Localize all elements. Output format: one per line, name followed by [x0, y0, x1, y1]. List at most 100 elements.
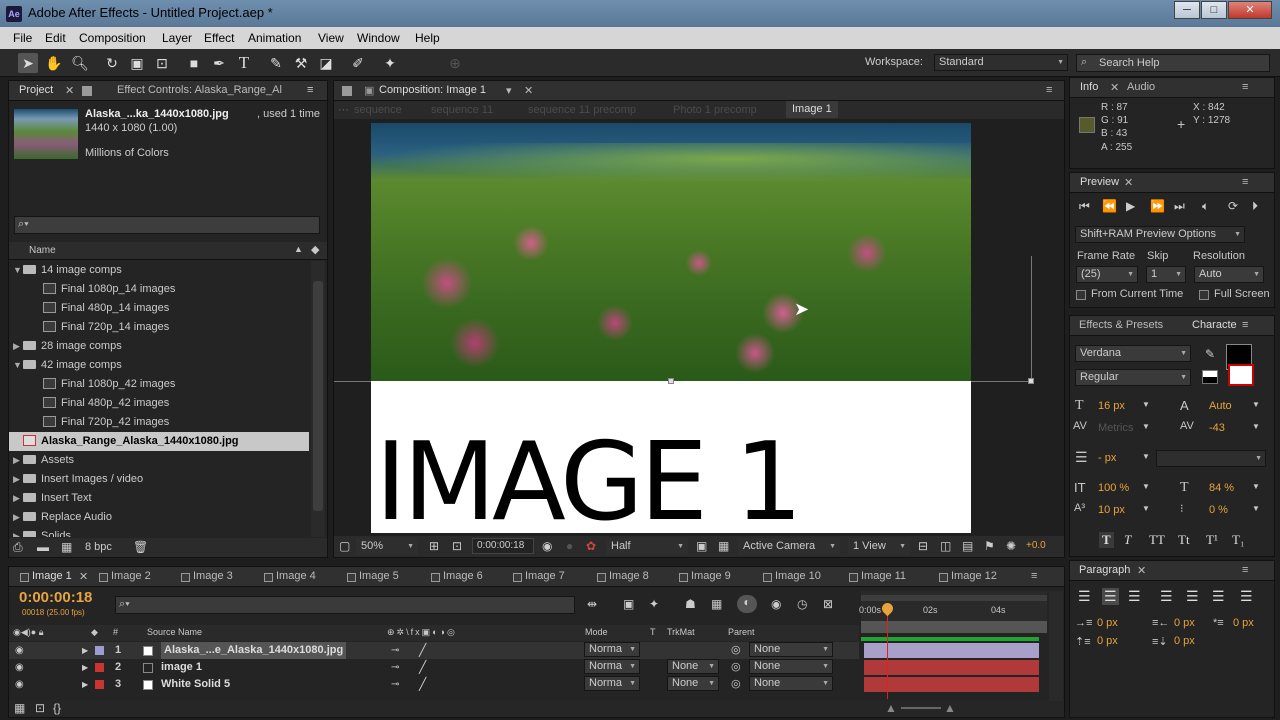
clone-stamp-tool-icon[interactable]: ⚒	[291, 53, 311, 73]
puppet-tool-icon[interactable]: ✦	[380, 53, 400, 73]
project-list-item[interactable]: ▼ 14 image comps	[9, 261, 309, 280]
font-size-dropdown-icon[interactable]: ▼	[1142, 400, 1150, 409]
project-list-item[interactable]: ▶ Insert Images / video	[9, 470, 309, 489]
track-matte-dropdown[interactable]: None	[667, 659, 719, 674]
parent-dropdown[interactable]: None	[749, 676, 833, 691]
expand-triangle-closed-icon[interactable]: ▶	[82, 642, 88, 659]
expand-triangle-closed-icon[interactable]: ▶	[13, 527, 23, 537]
project-list-item[interactable]: ▶ Solids	[9, 527, 309, 537]
kerning-dropdown-icon[interactable]: ▼	[1142, 422, 1150, 431]
horizontal-scale-dropdown-icon[interactable]: ▼	[1252, 482, 1260, 491]
tab-effect-controls[interactable]: Effect Controls: Alaska_Range_Al	[117, 84, 282, 96]
tab-paragraph[interactable]: Paragraph	[1079, 564, 1130, 576]
project-list-item[interactable]: Alaska_Range_Alaska_1440x1080.jpg	[9, 432, 309, 451]
pen-tool-icon[interactable]: ✒	[209, 53, 229, 73]
channel-icon[interactable]: ✿	[586, 539, 596, 553]
comp-timecode[interactable]: 0:00:00:18	[472, 538, 534, 554]
trash-icon[interactable]: 🗑︎	[133, 540, 148, 554]
leading-dropdown-icon[interactable]: ▼	[1252, 400, 1260, 409]
resolution-dropdown[interactable]: Half	[606, 538, 688, 555]
panel-menu-icon[interactable]: ≡	[1242, 319, 1248, 331]
zoom-out-icon[interactable]: ▲	[885, 701, 897, 715]
menu-view[interactable]: View	[318, 31, 344, 45]
label-color-icon[interactable]	[95, 663, 104, 672]
zoom-dropdown[interactable]: 50%	[356, 538, 418, 555]
tab-composition[interactable]: Composition: Image 1	[379, 84, 486, 96]
tab-audio[interactable]: Audio	[1127, 81, 1155, 93]
first-frame-icon[interactable]: ⏮	[1079, 199, 1090, 214]
panel-menu-icon[interactable]: ≡	[1242, 176, 1248, 188]
comp-canvas-image[interactable]: ➤	[371, 123, 971, 381]
timeline-tab[interactable]: Image 2	[111, 570, 151, 582]
layer-duration-bar[interactable]	[864, 643, 1039, 658]
next-frame-icon[interactable]: ⏩	[1150, 199, 1165, 213]
align-right-icon[interactable]: ☰	[1128, 588, 1141, 605]
shy-switch-icon[interactable]: ⊸	[391, 642, 399, 659]
comp-mini-flowchart-icon[interactable]: ⇹	[587, 597, 597, 611]
eye-icon[interactable]: ◉	[15, 676, 24, 693]
safe-zones-icon[interactable]: ▢	[339, 539, 350, 553]
rectangle-tool-icon[interactable]: ■	[184, 53, 204, 73]
close-icon[interactable]: ✕	[79, 570, 88, 583]
layer-name[interactable]: White Solid 5	[161, 676, 230, 693]
rotate-tool-icon[interactable]: ↻	[102, 53, 122, 73]
ram-preview-options-dropdown[interactable]: Shift+RAM Preview Options	[1075, 226, 1245, 243]
align-center-icon[interactable]: ☰	[1102, 588, 1119, 605]
previous-frame-icon[interactable]: ⏪	[1102, 199, 1117, 213]
ram-preview-icon[interactable]: ⏵	[1252, 199, 1258, 214]
minimize-button[interactable]: ─	[1174, 1, 1200, 19]
timeline-tab[interactable]: Image 6	[443, 570, 483, 582]
breadcrumb-sequence-11-precomp[interactable]: sequence 11 precomp	[528, 104, 636, 116]
timeline-icon[interactable]: ▤	[962, 539, 973, 553]
pick-whip-icon[interactable]: ◎	[731, 676, 741, 693]
timeline-tab[interactable]: Image 4	[276, 570, 316, 582]
eye-icon[interactable]: ◉	[15, 659, 24, 676]
region-icon[interactable]: ⊡	[452, 539, 462, 553]
play-icon[interactable]: ▶	[1126, 199, 1135, 213]
expand-triangle-closed-icon[interactable]: ▶	[13, 451, 23, 470]
loop-icon[interactable]: ⟳	[1228, 199, 1238, 213]
quality-switch-icon[interactable]: ╱	[419, 659, 426, 676]
project-search-input[interactable]: ⌕▾	[14, 216, 320, 234]
comp-dropdown-icon[interactable]: ▾	[506, 84, 512, 97]
pick-whip-icon[interactable]: ◎	[731, 642, 741, 659]
default-colors-icon[interactable]	[1202, 370, 1218, 384]
parent-dropdown[interactable]: None	[749, 642, 833, 657]
tsume-dropdown-icon[interactable]: ▼	[1252, 504, 1260, 513]
all-caps-icon[interactable]: TT	[1149, 532, 1165, 548]
expand-triangle-closed-icon[interactable]: ▶	[13, 337, 23, 356]
bpc-label[interactable]: 8 bpc	[85, 541, 112, 553]
quality-switch-icon[interactable]: ╱	[419, 676, 426, 693]
fit-icon[interactable]: ⊞	[429, 539, 439, 553]
menu-help[interactable]: Help	[415, 31, 440, 45]
baseline-shift-value[interactable]: 10 px	[1098, 504, 1125, 516]
close-icon[interactable]: ✕	[65, 84, 74, 97]
close-icon[interactable]: ✕	[1137, 564, 1146, 577]
eraser-tool-icon[interactable]: ◪	[316, 53, 336, 73]
project-list-item[interactable]: ▶ Assets	[9, 451, 309, 470]
close-icon[interactable]: ✕	[1124, 176, 1133, 189]
frame-blending-icon[interactable]: ▦	[711, 597, 722, 611]
shy-switch-icon[interactable]: ⊸	[391, 676, 399, 693]
close-button[interactable]: ✕	[1228, 1, 1272, 19]
faux-italic-icon[interactable]: T	[1124, 532, 1131, 548]
camera-tool-icon[interactable]: ▣	[127, 53, 147, 73]
menu-file[interactable]: File	[13, 31, 32, 45]
project-list-item[interactable]: ▶ Insert Text	[9, 489, 309, 508]
pan-behind-tool-icon[interactable]: ⊡	[152, 53, 172, 73]
exposure-reset-icon[interactable]: ✺	[1006, 539, 1016, 553]
current-time-indicator[interactable]	[887, 603, 888, 699]
breadcrumb-image-1[interactable]: Image 1	[786, 101, 838, 118]
menu-effect[interactable]: Effect	[204, 31, 234, 45]
faux-bold-icon[interactable]: T	[1099, 532, 1114, 548]
justify-left-icon[interactable]: ☰	[1160, 588, 1173, 605]
expand-triangle-closed-icon[interactable]: ▶	[13, 508, 23, 527]
shy-switch-icon[interactable]: ⊸	[391, 659, 399, 676]
expand-triangle-open-icon[interactable]: ▼	[13, 261, 23, 280]
expand-triangle-closed-icon[interactable]: ▶	[13, 470, 23, 489]
label-color-icon[interactable]	[95, 646, 104, 655]
column-name[interactable]: Name	[29, 245, 56, 256]
close-icon[interactable]: ✕	[524, 84, 533, 97]
leading-value[interactable]: Auto	[1209, 400, 1232, 412]
project-list-item[interactable]: Final 480p_42 images	[9, 394, 309, 413]
